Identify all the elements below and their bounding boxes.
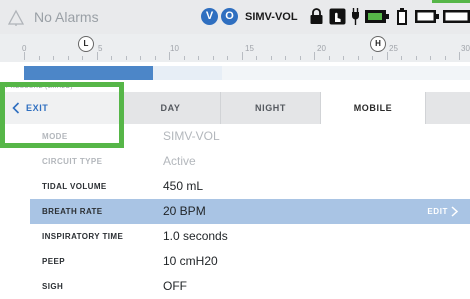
tick-mark	[459, 52, 460, 60]
tick-mark	[96, 52, 98, 60]
tick-mark	[372, 56, 373, 60]
setting-value: SIMV-VOL	[163, 129, 220, 143]
setting-value: 10 cmH20	[163, 254, 218, 268]
tick-label: 5	[98, 44, 103, 53]
tick-label: 10	[170, 44, 179, 53]
tick-mark	[183, 56, 185, 60]
setting-value: 1.0 seconds	[163, 229, 228, 243]
tick-mark	[343, 56, 344, 60]
plug-icon	[352, 8, 359, 25]
exit-button[interactable]: EXIT	[0, 92, 121, 124]
tick-mark	[111, 56, 112, 60]
tick-mark	[314, 52, 315, 60]
setting-value: Active	[163, 154, 196, 168]
tick-mark	[270, 56, 272, 60]
tick-mark	[256, 56, 257, 60]
tick-mark	[285, 56, 286, 60]
setting-label: BREATH RATE	[42, 207, 103, 216]
tab-mobile[interactable]: MOBILE	[321, 92, 426, 124]
setting-label: CIRCUIT TYPE	[42, 157, 103, 166]
tick-mark	[241, 52, 243, 60]
alarm-status-text: No Alarms	[34, 9, 99, 25]
tick-mark	[328, 56, 330, 60]
lock-icon[interactable]	[309, 8, 324, 25]
tick-mark	[38, 56, 40, 60]
chevron-left-icon	[12, 102, 20, 114]
setting-value: OFF	[163, 279, 187, 293]
tick-mark	[444, 56, 446, 60]
setting-value: 450 mL	[163, 179, 204, 193]
tick-mark	[125, 56, 127, 60]
tick-mark	[67, 56, 69, 60]
touch-icon[interactable]	[329, 8, 346, 25]
tick-mark	[401, 56, 402, 60]
setting-row-circuit-type: CIRCUIT TYPE Active	[30, 149, 470, 174]
tick-label: 25	[389, 44, 398, 53]
tick-mark	[140, 56, 141, 60]
high-marker[interactable]: H	[370, 36, 386, 52]
pressure-label: PRESSURE (cmH2O)	[6, 84, 74, 90]
chevron-right-icon	[451, 206, 458, 217]
setting-label: MODE	[42, 132, 68, 141]
battery-vertical-icon	[397, 8, 407, 25]
battery-icon	[415, 10, 439, 23]
setting-row-inspiratory-time[interactable]: INSPIRATORY TIME 1.0 seconds	[30, 224, 470, 249]
battery-icon	[365, 10, 389, 23]
tick-mark	[357, 56, 359, 60]
tick-mark	[415, 56, 417, 60]
tick-mark	[198, 56, 199, 60]
tick-mark	[53, 56, 54, 60]
setting-row-mode: MODE SIMV-VOL	[30, 124, 470, 149]
pressure-bar-fill	[24, 66, 153, 80]
v-badge-icon: V	[201, 8, 218, 25]
highlight-marker	[432, 0, 470, 3]
tab-night[interactable]: NIGHT	[221, 92, 321, 124]
low-marker[interactable]: L	[78, 36, 94, 52]
tab-day[interactable]: DAY	[121, 92, 221, 124]
tick-mark	[169, 52, 170, 60]
tick-mark	[154, 56, 156, 60]
tick-label: 20	[317, 44, 326, 53]
setting-row-breath-rate[interactable]: BREATH RATE 20 BPM EDIT	[30, 199, 470, 224]
edit-button[interactable]: EDIT	[427, 199, 448, 224]
setting-label: SIGH	[42, 282, 64, 291]
ventilation-mode: SIMV-VOL	[245, 11, 298, 23]
battery-icon	[443, 10, 470, 23]
tick-mark	[386, 52, 388, 60]
time-scale	[0, 34, 470, 62]
tick-label: 0	[22, 44, 27, 53]
alarm-bell-icon	[7, 9, 25, 26]
tick-mark	[82, 56, 83, 60]
setting-label: PEEP	[42, 257, 65, 266]
setting-label: TIDAL VOLUME	[42, 182, 107, 191]
tick-mark	[430, 56, 431, 60]
tick-mark	[299, 56, 301, 60]
setting-row-peep[interactable]: PEEP 10 cmH20	[30, 249, 470, 274]
pressure-bar-range	[222, 66, 470, 80]
setting-label: INSPIRATORY TIME	[42, 232, 124, 241]
setting-row-sigh[interactable]: SIGH OFF	[30, 274, 470, 299]
o-badge-icon: O	[221, 8, 238, 25]
setting-row-tidal-volume[interactable]: TIDAL VOLUME 450 mL	[30, 174, 470, 199]
tick-label: 15	[245, 44, 254, 53]
tick-mark	[227, 56, 228, 60]
tick-label: 30	[461, 44, 470, 53]
setting-value: 20 BPM	[163, 204, 206, 218]
tick-mark	[24, 52, 25, 60]
tick-mark	[212, 56, 214, 60]
exit-label: EXIT	[26, 103, 49, 113]
